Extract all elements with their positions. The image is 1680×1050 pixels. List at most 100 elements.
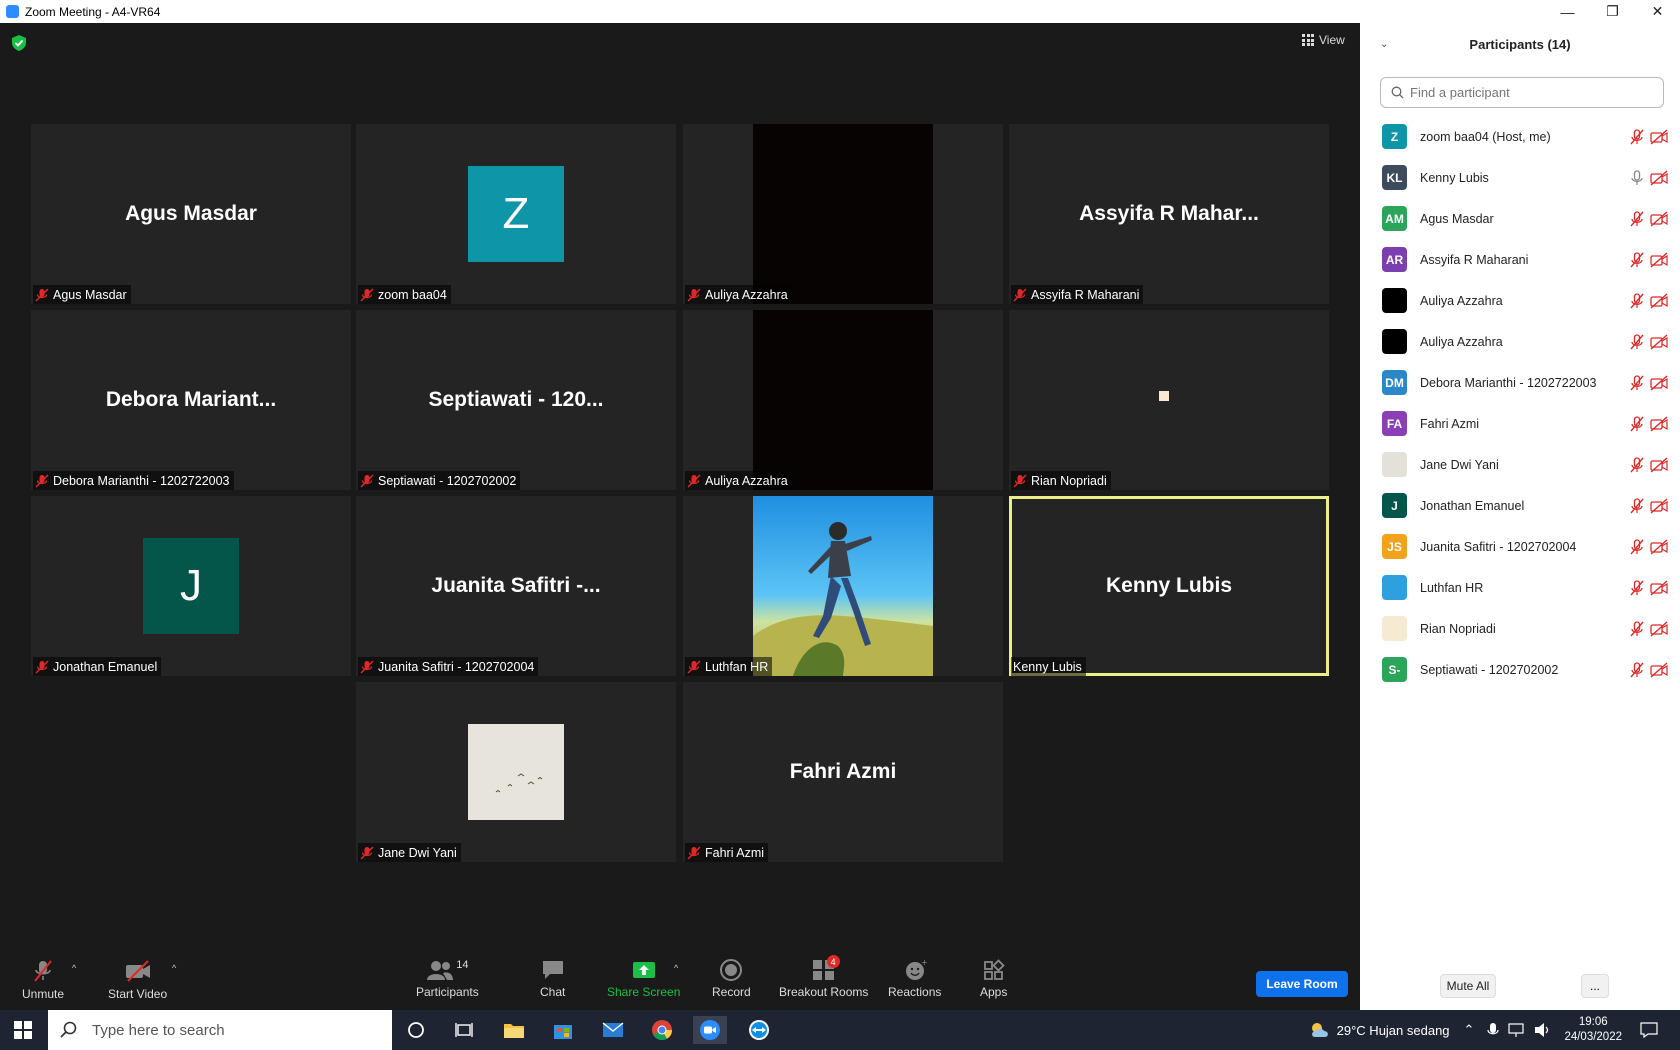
video-off-icon[interactable] [1650, 497, 1668, 514]
store-icon[interactable] [546, 1016, 580, 1044]
participant-avatar: AR [1382, 247, 1407, 272]
mic-muted-icon[interactable] [1630, 128, 1644, 145]
mic-muted-icon[interactable] [1630, 661, 1644, 678]
notification-icon[interactable] [1640, 1022, 1658, 1038]
leave-room-button[interactable]: Leave Room [1256, 971, 1348, 997]
video-tile[interactable]: Luthfan HR [683, 496, 1003, 676]
video-off-icon[interactable] [1650, 292, 1668, 309]
video-off-icon[interactable] [1650, 128, 1668, 145]
participant-row[interactable]: JS Juanita Safitri - 1202702004 [1360, 526, 1680, 567]
mic-muted-icon[interactable] [1630, 415, 1644, 432]
video-off-icon[interactable] [1650, 374, 1668, 391]
video-off-icon[interactable] [1650, 579, 1668, 596]
shield-icon[interactable] [12, 35, 26, 51]
participant-row[interactable]: DM Debora Marianthi - 1202722003 [1360, 362, 1680, 403]
chat-button[interactable]: Chat [540, 959, 565, 999]
network-icon[interactable] [1508, 1022, 1526, 1038]
mic-muted-icon[interactable] [1630, 292, 1644, 309]
video-off-icon[interactable] [1650, 661, 1668, 678]
chevron-up-icon[interactable]: ⌃ [1464, 1022, 1475, 1038]
start-video-button[interactable]: Start Video [108, 959, 167, 1001]
mic-muted-icon[interactable] [1630, 579, 1644, 596]
video-off-icon[interactable] [1650, 210, 1668, 227]
participant-row[interactable]: Auliya Azzahra [1360, 321, 1680, 362]
participant-name: Jane Dwi Yani [1420, 457, 1499, 472]
video-tile[interactable]: Assyifa R Mahar... Assyifa R Maharani [1009, 124, 1329, 304]
participant-row[interactable]: AM Agus Masdar [1360, 198, 1680, 239]
participant-row[interactable]: Rian Nopriadi [1360, 608, 1680, 649]
video-tile[interactable]: Kenny Lubis Kenny Lubis [1009, 496, 1329, 676]
teamviewer-icon[interactable] [742, 1016, 776, 1044]
video-tile[interactable]: Auliya Azzahra [683, 124, 1003, 304]
video-off-icon[interactable] [1650, 333, 1668, 350]
apps-button[interactable]: Apps [980, 959, 1007, 999]
close-button[interactable]: ✕ [1635, 0, 1680, 23]
audio-options-caret[interactable]: ^ [72, 963, 76, 973]
video-off-icon[interactable] [1650, 620, 1668, 637]
mic-muted-icon[interactable] [1630, 620, 1644, 637]
mic-muted-icon[interactable] [1630, 456, 1644, 473]
mic-icon[interactable] [1630, 169, 1644, 186]
reactions-label: Reactions [888, 985, 942, 999]
share-options-caret[interactable]: ^ [674, 963, 678, 973]
participant-row[interactable]: Luthfan HR [1360, 567, 1680, 608]
mute-all-button[interactable]: Mute All [1440, 974, 1496, 998]
participant-row[interactable]: AR Assyifa R Maharani [1360, 239, 1680, 280]
video-off-icon[interactable] [1650, 169, 1668, 186]
video-tile[interactable]: Septiawati - 120... Septiawati - 12027020… [356, 310, 676, 490]
video-off-icon[interactable] [1650, 456, 1668, 473]
mic-muted-icon[interactable] [1630, 210, 1644, 227]
video-options-caret[interactable]: ^ [172, 963, 176, 973]
mail-icon[interactable] [596, 1016, 630, 1044]
participant-row[interactable]: S- Septiawati - 1202702002 [1360, 649, 1680, 690]
video-tile[interactable]: Auliya Azzahra [683, 310, 1003, 490]
mic-muted-icon[interactable] [1630, 374, 1644, 391]
video-tile[interactable]: Agus Masdar Agus Masdar [31, 124, 351, 304]
participant-row[interactable]: KL Kenny Lubis [1360, 157, 1680, 198]
unmute-button[interactable]: Unmute [22, 959, 64, 1001]
participant-status-icons [1630, 292, 1668, 309]
mic-muted-icon[interactable] [1630, 497, 1644, 514]
file-explorer-icon[interactable] [497, 1016, 531, 1044]
participant-row[interactable]: Auliya Azzahra [1360, 280, 1680, 321]
participant-search[interactable] [1380, 77, 1664, 108]
clock[interactable]: 19:06 24/03/2022 [1564, 1015, 1622, 1045]
participant-row[interactable]: FA Fahri Azmi [1360, 403, 1680, 444]
participant-row[interactable]: J Jonathan Emanuel [1360, 485, 1680, 526]
search-input[interactable] [1410, 85, 1650, 100]
video-off-icon[interactable] [1650, 251, 1668, 268]
video-tile[interactable]: Jane Dwi Yani [356, 682, 676, 862]
task-view-icon[interactable] [447, 1016, 481, 1044]
share-screen-button[interactable]: Share Screen [607, 959, 680, 999]
participants-button[interactable]: 14 Participants [416, 959, 479, 999]
video-tile[interactable]: Debora Mariant... Debora Marianthi - 1202… [31, 310, 351, 490]
video-tile[interactable]: Juanita Safitri -... Juanita Safitri - 12… [356, 496, 676, 676]
record-button[interactable]: Record [712, 959, 751, 999]
video-tile[interactable]: Zzoom baa04 [356, 124, 676, 304]
video-off-icon[interactable] [1650, 538, 1668, 555]
view-button[interactable]: View [1302, 33, 1345, 47]
microphone-tray-icon[interactable] [1486, 1022, 1500, 1038]
volume-icon[interactable] [1534, 1022, 1552, 1038]
taskbar-search[interactable]: Type here to search [48, 1010, 392, 1050]
restore-button[interactable]: ❐ [1590, 0, 1635, 23]
mic-muted-icon[interactable] [1630, 538, 1644, 555]
minimize-button[interactable]: — [1545, 0, 1590, 23]
tile-name-label: Rian Nopriadi [1011, 471, 1111, 490]
zoom-taskbar-icon[interactable] [693, 1016, 727, 1044]
weather-text[interactable]: 29°C Hujan sedang [1337, 1023, 1450, 1038]
video-off-icon[interactable] [1650, 415, 1668, 432]
cortana-icon[interactable] [399, 1016, 433, 1044]
more-button[interactable]: ... [1581, 974, 1609, 998]
video-tile[interactable]: J Jonathan Emanuel [31, 496, 351, 676]
mic-muted-icon[interactable] [1630, 251, 1644, 268]
reactions-button[interactable]: + Reactions [888, 959, 941, 999]
participant-row[interactable]: Jane Dwi Yani [1360, 444, 1680, 485]
video-tile[interactable]: Rian Nopriadi [1009, 310, 1329, 490]
participant-row[interactable]: Zzoom baa04 (Host, me) [1360, 116, 1680, 157]
mic-muted-icon[interactable] [1630, 333, 1644, 350]
breakout-rooms-button[interactable]: 4 Breakout Rooms [779, 955, 868, 999]
windows-start-icon[interactable] [6, 1016, 40, 1044]
video-tile[interactable]: Fahri Azmi Fahri Azmi [683, 682, 1003, 862]
chrome-icon[interactable] [645, 1016, 679, 1044]
